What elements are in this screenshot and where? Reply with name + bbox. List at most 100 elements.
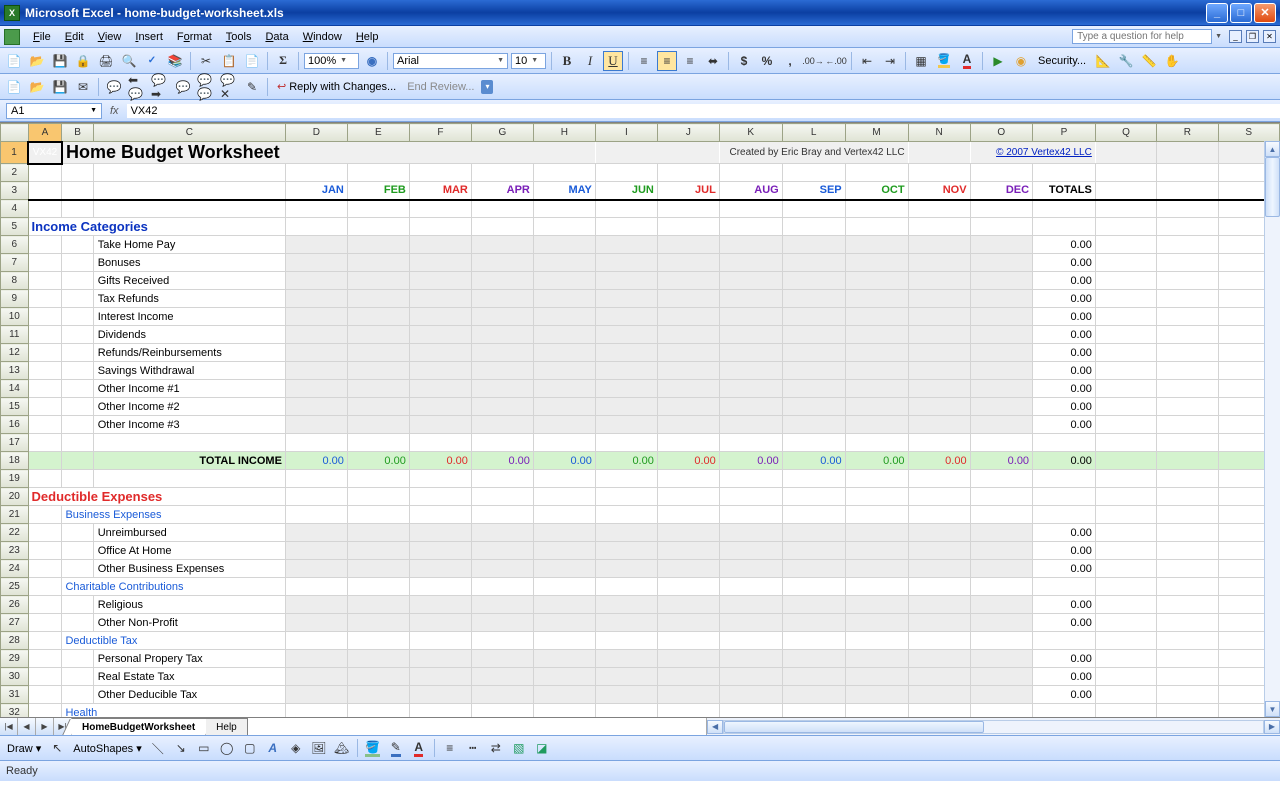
data-cell[interactable]: [719, 686, 782, 704]
open-folder-icon[interactable]: 📂: [27, 77, 47, 97]
toolbar-options-icon[interactable]: ▾: [481, 80, 493, 94]
dash-style-icon[interactable]: ┅: [463, 738, 483, 758]
data-cell[interactable]: [533, 560, 595, 578]
data-cell[interactable]: [347, 668, 409, 686]
data-cell[interactable]: [285, 380, 347, 398]
increase-indent-icon[interactable]: ⇥: [880, 51, 900, 71]
decrease-decimal-icon[interactable]: ←.00: [826, 51, 846, 71]
draw-menu[interactable]: Draw ▾: [4, 742, 44, 755]
data-cell[interactable]: [595, 308, 657, 326]
row-header[interactable]: 10: [1, 308, 29, 326]
menu-view[interactable]: View: [91, 31, 129, 43]
sheet-tab-help[interactable]: Help: [206, 718, 248, 735]
data-cell[interactable]: [409, 272, 471, 290]
data-cell[interactable]: [409, 362, 471, 380]
data-cell[interactable]: [347, 380, 409, 398]
copy-icon[interactable]: 📋: [219, 51, 239, 71]
data-cell[interactable]: [595, 596, 657, 614]
row-header[interactable]: 23: [1, 542, 29, 560]
data-cell[interactable]: [347, 614, 409, 632]
data-cell[interactable]: [285, 272, 347, 290]
data-cell[interactable]: [782, 236, 845, 254]
menu-data[interactable]: Data: [258, 31, 295, 43]
minimize-button[interactable]: _: [1206, 3, 1228, 23]
data-cell[interactable]: [782, 290, 845, 308]
data-cell[interactable]: [533, 308, 595, 326]
data-cell[interactable]: [595, 524, 657, 542]
line-icon[interactable]: ＼: [148, 738, 168, 758]
hscroll-left-icon[interactable]: ◀: [707, 720, 723, 734]
data-cell[interactable]: [409, 416, 471, 434]
data-cell[interactable]: [471, 254, 533, 272]
data-cell[interactable]: [409, 560, 471, 578]
row-header[interactable]: 12: [1, 344, 29, 362]
data-cell[interactable]: [719, 524, 782, 542]
shadow-icon[interactable]: ▧: [509, 738, 529, 758]
data-cell[interactable]: [970, 650, 1032, 668]
menu-window[interactable]: Window: [296, 31, 349, 43]
data-cell[interactable]: [285, 362, 347, 380]
data-cell[interactable]: [657, 524, 719, 542]
row-header[interactable]: 8: [1, 272, 29, 290]
hscroll-right-icon[interactable]: ▶: [1264, 720, 1280, 734]
fill-color-icon[interactable]: 🪣: [934, 51, 954, 71]
align-center-icon[interactable]: ≡: [657, 51, 677, 71]
italic-button[interactable]: I: [580, 51, 600, 71]
data-cell[interactable]: [782, 542, 845, 560]
data-cell[interactable]: [970, 236, 1032, 254]
data-cell[interactable]: [657, 344, 719, 362]
data-cell[interactable]: [845, 542, 908, 560]
data-cell[interactable]: [970, 344, 1032, 362]
data-cell[interactable]: [533, 326, 595, 344]
data-cell[interactable]: [908, 398, 970, 416]
data-cell[interactable]: [970, 254, 1032, 272]
next-comment-icon[interactable]: 💬➡: [150, 77, 170, 97]
row-header[interactable]: 19: [1, 470, 29, 488]
data-cell[interactable]: [908, 254, 970, 272]
row-header[interactable]: 9: [1, 290, 29, 308]
mdi-minimize-button[interactable]: _: [1229, 30, 1242, 43]
data-cell[interactable]: [409, 254, 471, 272]
data-cell[interactable]: [471, 524, 533, 542]
spreadsheet-grid[interactable]: A BC DE FG HI JK LM NO PQ RS 1VX42Home B…: [0, 122, 1280, 717]
print-preview-icon[interactable]: 🔍: [119, 51, 139, 71]
merge-center-icon[interactable]: ⬌: [703, 51, 723, 71]
data-cell[interactable]: [471, 668, 533, 686]
data-cell[interactable]: [533, 596, 595, 614]
data-cell[interactable]: [595, 542, 657, 560]
row-header[interactable]: 11: [1, 326, 29, 344]
row-header[interactable]: 29: [1, 650, 29, 668]
data-cell[interactable]: [595, 362, 657, 380]
data-cell[interactable]: [595, 236, 657, 254]
percent-icon[interactable]: %: [757, 51, 777, 71]
data-cell[interactable]: [347, 272, 409, 290]
row-header[interactable]: 1: [1, 142, 29, 164]
wordart-icon[interactable]: A: [263, 738, 283, 758]
hscroll-thumb[interactable]: [724, 721, 984, 733]
data-cell[interactable]: [782, 326, 845, 344]
data-cell[interactable]: [595, 686, 657, 704]
data-cell[interactable]: [970, 362, 1032, 380]
data-cell[interactable]: [595, 380, 657, 398]
font-color-draw-icon[interactable]: A: [409, 738, 429, 758]
data-cell[interactable]: [471, 398, 533, 416]
data-cell[interactable]: [970, 380, 1032, 398]
data-cell[interactable]: [409, 398, 471, 416]
data-cell[interactable]: [285, 416, 347, 434]
data-cell[interactable]: [782, 398, 845, 416]
data-cell[interactable]: [533, 380, 595, 398]
data-cell[interactable]: [533, 254, 595, 272]
data-cell[interactable]: [409, 308, 471, 326]
autosum-icon[interactable]: Σ: [273, 51, 293, 71]
data-cell[interactable]: [657, 290, 719, 308]
tab-nav-prev-icon[interactable]: ◀: [18, 718, 36, 735]
data-cell[interactable]: [347, 542, 409, 560]
delete-comment-icon[interactable]: 💬✕: [219, 77, 239, 97]
data-cell[interactable]: [347, 650, 409, 668]
menu-insert[interactable]: Insert: [128, 31, 170, 43]
show-comment-icon[interactable]: 💬: [173, 77, 193, 97]
row-header[interactable]: 4: [1, 200, 29, 218]
row-header[interactable]: 3: [1, 182, 29, 200]
data-cell[interactable]: [719, 542, 782, 560]
data-cell[interactable]: [657, 668, 719, 686]
